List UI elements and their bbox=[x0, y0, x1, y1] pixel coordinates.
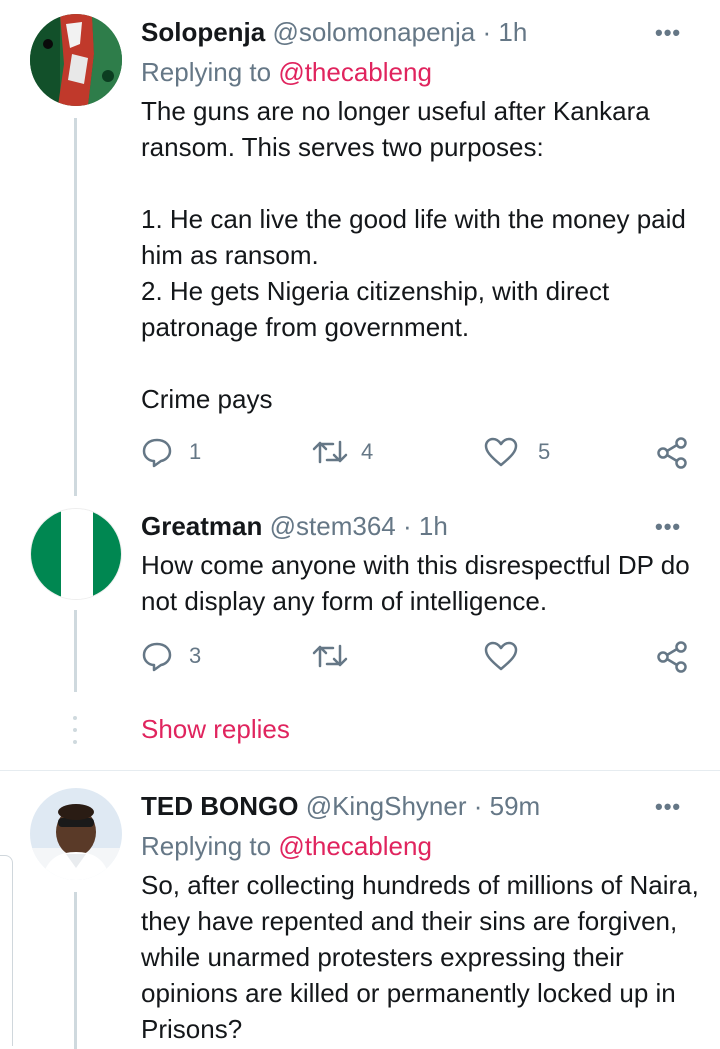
retweet-icon bbox=[312, 644, 348, 668]
tweet-text: The guns are no longer useful after Kank… bbox=[141, 96, 686, 414]
reply-button[interactable]: 3 bbox=[141, 640, 201, 672]
heart-icon bbox=[484, 641, 518, 671]
thread-line bbox=[74, 610, 77, 692]
retweet-icon bbox=[312, 440, 348, 464]
heart-icon bbox=[484, 437, 518, 467]
like-button[interactable] bbox=[484, 640, 518, 672]
replying-label: Replying to bbox=[141, 831, 272, 861]
avatar-ted-bongo[interactable] bbox=[30, 788, 122, 880]
tweet-time[interactable]: 1h bbox=[498, 17, 527, 47]
share-button[interactable] bbox=[655, 640, 689, 674]
avatar-greatman[interactable] bbox=[30, 508, 122, 600]
user-handle[interactable]: @stem364 bbox=[270, 511, 396, 541]
retweet-count: 4 bbox=[361, 439, 374, 464]
like-button[interactable]: 5 bbox=[484, 436, 550, 468]
divider bbox=[0, 770, 720, 771]
edge-overlay bbox=[0, 855, 13, 1046]
retweet-button[interactable]: 4 bbox=[311, 436, 373, 468]
mention-link[interactable]: @thecableng bbox=[278, 831, 432, 861]
share-icon bbox=[657, 641, 687, 673]
tweet-header: TED BONGO @KingShyner · 59m bbox=[141, 789, 540, 823]
like-count: 5 bbox=[538, 439, 551, 464]
more-options-icon[interactable]: ••• bbox=[655, 20, 681, 46]
tweet-text: How come anyone with this disrespectful … bbox=[141, 550, 690, 616]
share-icon bbox=[657, 437, 687, 469]
reply-icon bbox=[142, 642, 172, 672]
separator-dot: · bbox=[473, 791, 483, 821]
more-options-icon[interactable]: ••• bbox=[655, 514, 681, 540]
reply-count: 3 bbox=[189, 643, 202, 668]
reply-button[interactable]: 1 bbox=[141, 436, 201, 468]
reply-count: 1 bbox=[189, 439, 202, 464]
tweet-time[interactable]: 59m bbox=[490, 791, 541, 821]
retweet-button[interactable] bbox=[311, 640, 349, 672]
separator-dot: · bbox=[402, 511, 412, 541]
replying-to: Replying to @thecableng bbox=[141, 55, 432, 89]
tweet-time[interactable]: 1h bbox=[419, 511, 448, 541]
thread-dots bbox=[73, 716, 77, 752]
thread-line bbox=[74, 118, 77, 496]
display-name[interactable]: TED BONGO bbox=[141, 791, 298, 821]
avatar-solopenja[interactable] bbox=[30, 14, 122, 106]
reply-icon bbox=[142, 438, 172, 468]
separator-dot: · bbox=[482, 17, 492, 47]
thread-line bbox=[74, 892, 77, 1049]
replying-label: Replying to bbox=[141, 57, 272, 87]
user-handle[interactable]: @KingShyner bbox=[306, 791, 467, 821]
mention-link[interactable]: @thecableng bbox=[278, 57, 432, 87]
tweet-header: Solopenja @solomonapenja · 1h bbox=[141, 15, 527, 49]
share-button[interactable] bbox=[655, 436, 689, 470]
tweet-text: So, after collecting hundreds of million… bbox=[141, 870, 699, 1044]
user-handle[interactable]: @solomonapenja bbox=[272, 17, 475, 47]
tweet-header: Greatman @stem364 · 1h bbox=[141, 509, 448, 543]
display-name[interactable]: Greatman bbox=[141, 511, 262, 541]
replying-to: Replying to @thecableng bbox=[141, 829, 432, 863]
display-name[interactable]: Solopenja bbox=[141, 17, 265, 47]
more-options-icon[interactable]: ••• bbox=[655, 794, 681, 820]
show-replies-link[interactable]: Show replies bbox=[141, 714, 290, 745]
